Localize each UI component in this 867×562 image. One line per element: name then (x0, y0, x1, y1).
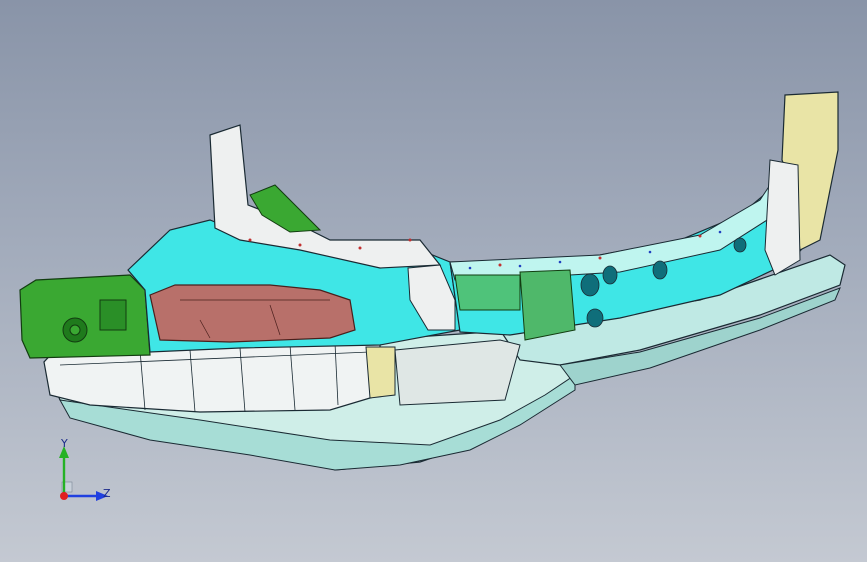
graphics-viewport[interactable]: Y Z (0, 0, 867, 562)
strut-tower-panel (149, 284, 356, 343)
z-axis-label: Z (103, 487, 111, 500)
y-axis-label: Y (61, 437, 68, 450)
front-green-bracket (19, 274, 151, 359)
coordinate-triad: Y Z (44, 436, 124, 516)
triad-axes-icon (59, 446, 108, 501)
rear-floor-rail (394, 339, 521, 406)
front-bracket-slot (99, 299, 127, 331)
side-green-panel (519, 269, 576, 341)
c-pillar-inner (764, 159, 801, 276)
front-bracket-hole-inner (69, 324, 81, 336)
floor-bracket (365, 346, 396, 399)
car-body-model[interactable] (0, 0, 867, 562)
center-green-panel (454, 274, 521, 311)
